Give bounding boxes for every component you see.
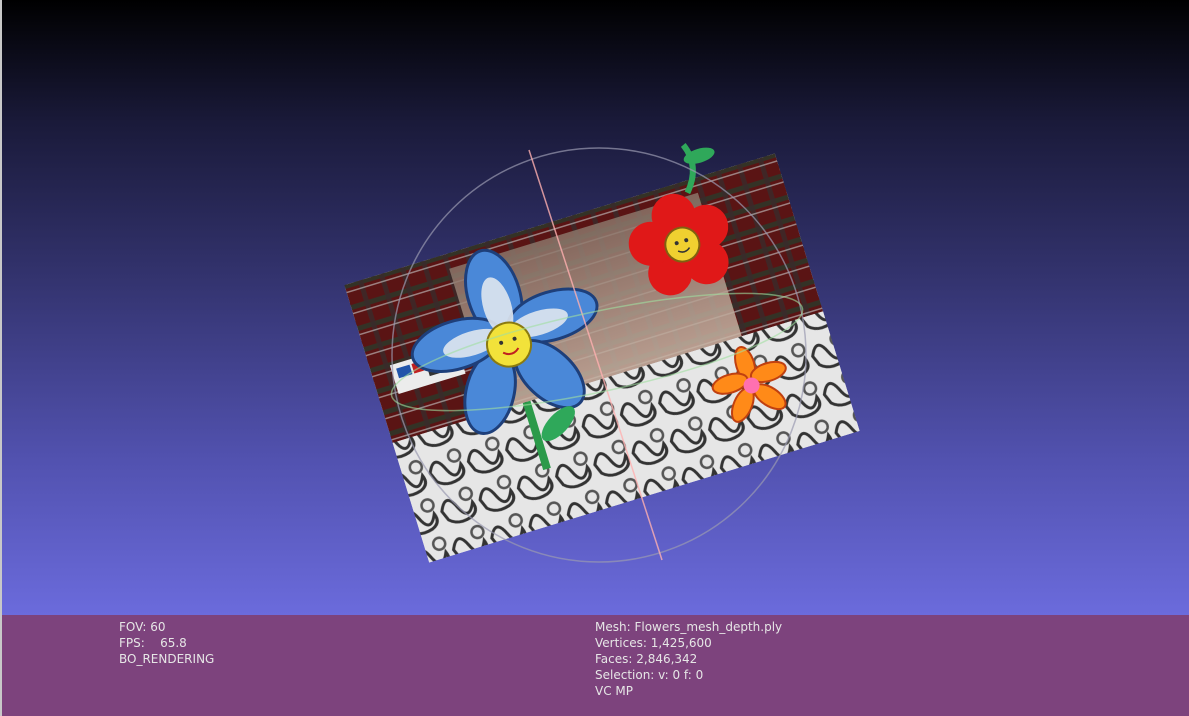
mesh-render[interactable] (2, 0, 1189, 615)
fps-value: 65.8 (160, 636, 187, 650)
mesh-name-text: Mesh: Flowers_mesh_depth.ply (595, 620, 783, 634)
3d-viewport[interactable] (2, 0, 1189, 615)
color-mode-text: VC MP (595, 684, 633, 698)
selection-text: Selection: v: 0 f: 0 (595, 668, 704, 682)
fps-label: FPS: (119, 636, 145, 650)
mesh-info: Mesh: Flowers_mesh_depth.ply Vertices: 1… (595, 619, 782, 699)
vertices-text: Vertices: 1,425,600 (595, 636, 712, 650)
textured-mesh (344, 143, 860, 563)
render-mode-text: BO_RENDERING (119, 652, 215, 666)
meshlab-window: FOV: 60 FPS: 65.8 BO_RENDERING Mesh: Flo… (0, 0, 1189, 716)
faces-text: Faces: 2,846,342 (595, 652, 698, 666)
info-panel: FOV: 60 FPS: 65.8 BO_RENDERING Mesh: Flo… (2, 615, 1189, 716)
fov-text: FOV: 60 (119, 620, 166, 634)
fps-row: FPS: 65.8 (119, 635, 214, 651)
render-info: FOV: 60 FPS: 65.8 BO_RENDERING (119, 619, 214, 667)
